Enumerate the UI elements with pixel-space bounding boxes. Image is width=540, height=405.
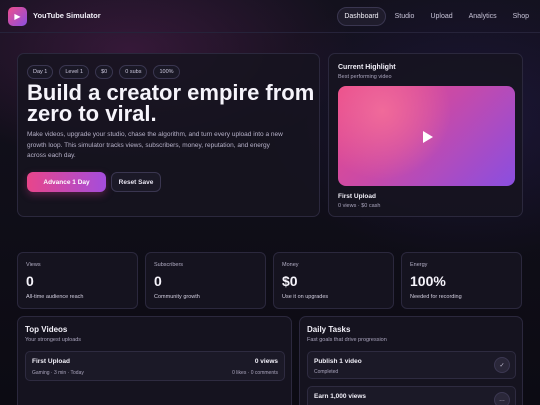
stat-note: Use it on upgrades [282, 294, 329, 300]
highlight-title: Current Highlight [338, 64, 396, 71]
hero-description: Make videos, upgrade your studio, chase … [27, 131, 283, 159]
pending-icon: … [494, 392, 510, 405]
video-stats: 0 likes · 0 comments [232, 370, 278, 376]
stat-value: 0 [26, 273, 34, 289]
hero-title: Build a creator empire from zero to vira… [27, 80, 315, 126]
daily-tasks-subtitle: Fast goals that drive progression [307, 337, 387, 343]
video-title: First Upload [32, 358, 70, 365]
stat-card-views: Views 0 All-time audience reach [17, 252, 138, 309]
nav-analytics[interactable]: Analytics [462, 7, 504, 26]
daily-tasks-title: Daily Tasks [307, 325, 351, 334]
day-chip: Day 1 [27, 65, 54, 79]
video-views: 0 views [254, 358, 278, 365]
stat-label: Subscribers [154, 262, 184, 268]
stat-value: 0 [154, 273, 162, 289]
top-videos-subtitle: Your strongest uploads [25, 337, 82, 343]
daily-tasks-panel: Daily Tasks Fast goals that drive progre… [299, 316, 523, 405]
task-title: Publish 1 video [314, 358, 362, 365]
subs-chip: 0 subs [119, 65, 148, 79]
money-chip: $0 [95, 65, 114, 79]
nav-dashboard[interactable]: Dashboard [337, 7, 386, 26]
stat-card-money: Money $0 Use it on upgrades [273, 252, 394, 309]
stat-note: All-time audience reach [26, 294, 84, 300]
play-icon[interactable] [423, 131, 433, 143]
stat-card-energy: Energy 100% Needed for recording [401, 252, 522, 309]
stat-card-subscribers: Subscribers 0 Community growth [145, 252, 266, 309]
stat-note: Needed for recording [410, 294, 462, 300]
highlight-video-title: First Upload [338, 193, 376, 200]
stat-note: Community growth [154, 294, 200, 300]
stat-label: Money [282, 262, 299, 268]
check-icon: ✓ [494, 357, 510, 373]
highlight-subtitle: Best performing video [338, 74, 392, 80]
top-bar: ▶ YouTube Simulator Dashboard Studio Upl… [0, 0, 540, 33]
app-logo-icon[interactable]: ▶ [8, 7, 27, 26]
stat-value: 100% [410, 273, 446, 289]
nav-studio[interactable]: Studio [388, 7, 422, 26]
highlight-panel: Current Highlight Best performing video … [328, 53, 523, 217]
nav-upload[interactable]: Upload [423, 7, 459, 26]
app-title: YouTube Simulator [33, 11, 101, 20]
logo-play-glyph: ▶ [14, 12, 21, 21]
stat-label: Views [26, 262, 41, 268]
advance-day-button[interactable]: Advance 1 Day [27, 172, 106, 192]
hero-panel: Day 1 Level 1 $0 0 subs 100% Build a cre… [17, 53, 320, 217]
stat-value: $0 [282, 273, 298, 289]
highlight-thumbnail[interactable] [338, 86, 515, 186]
status-chips: Day 1 Level 1 $0 0 subs 100% [27, 65, 180, 79]
task-status: Completed [314, 369, 339, 375]
video-row[interactable]: First Upload Gaming · 3 min · Today 0 vi… [25, 351, 285, 381]
video-meta: Gaming · 3 min · Today [32, 370, 84, 376]
reset-save-button[interactable]: Reset Save [111, 172, 161, 192]
level-chip: Level 1 [59, 65, 90, 79]
energy-chip: 100% [153, 65, 180, 79]
nav-shop[interactable]: Shop [506, 7, 536, 26]
task-row[interactable]: Earn 1,000 views … [307, 386, 516, 405]
stat-label: Energy [410, 262, 428, 268]
task-title: Earn 1,000 views [314, 393, 367, 400]
top-videos-panel: Top Videos Your strongest uploads First … [17, 316, 292, 405]
main-nav: Dashboard Studio Upload Analytics Shop [337, 7, 536, 26]
highlight-video-meta: 0 views · $0 cash [338, 203, 381, 209]
top-videos-title: Top Videos [25, 325, 68, 334]
task-row[interactable]: Publish 1 video Completed ✓ [307, 351, 516, 379]
